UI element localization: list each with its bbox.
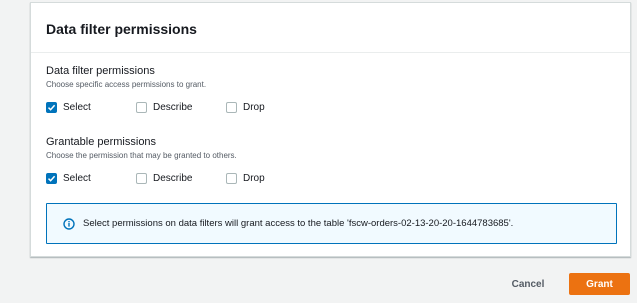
grantable-permissions-description: Choose the permission that may be grante… — [46, 151, 237, 160]
info-icon — [63, 217, 75, 230]
checkbox-unchecked-icon — [136, 102, 147, 113]
data-filter-permissions-section: Data filter permissions Choose specific … — [46, 65, 265, 116]
info-alert-text: Select permissions on data filters will … — [83, 218, 514, 229]
checkbox-checked-icon — [46, 173, 57, 184]
checkbox-checked-icon — [46, 102, 57, 113]
checkbox-label: Drop — [243, 102, 265, 113]
grantable-permissions-options: Select Describe Drop — [46, 171, 265, 187]
checkbox-label: Drop — [243, 173, 265, 184]
checkbox-unchecked-icon — [226, 173, 237, 184]
checkbox-unchecked-icon — [136, 173, 147, 184]
grant-permissions-page: Data filter permissions Data filter perm… — [0, 0, 637, 303]
grantable-permissions-section: Grantable permissions Choose the permiss… — [46, 136, 265, 187]
grantable-drop-checkbox[interactable]: Drop — [226, 173, 265, 184]
grant-button[interactable]: Grant — [569, 273, 630, 295]
grantable-describe-checkbox[interactable]: Describe — [136, 173, 192, 184]
grantable-permissions-label: Grantable permissions — [46, 136, 157, 148]
data-filter-describe-checkbox[interactable]: Describe — [136, 102, 192, 113]
checkbox-label: Describe — [153, 102, 193, 113]
data-filter-permissions-panel: Data filter permissions Data filter perm… — [30, 2, 631, 257]
data-filter-permissions-label: Data filter permissions — [46, 65, 155, 77]
checkbox-label: Select — [63, 102, 91, 113]
data-filter-select-checkbox[interactable]: Select — [46, 102, 91, 113]
cancel-button[interactable]: Cancel — [498, 273, 558, 295]
data-filter-permissions-description: Choose specific access permissions to gr… — [46, 80, 207, 89]
data-filter-drop-checkbox[interactable]: Drop — [226, 102, 265, 113]
data-filter-permissions-options: Select Describe Drop — [46, 100, 265, 116]
panel-title: Data filter permissions — [46, 21, 197, 37]
checkbox-unchecked-icon — [226, 102, 237, 113]
checkbox-label: Select — [63, 173, 91, 184]
info-alert: Select permissions on data filters will … — [46, 203, 617, 244]
grantable-select-checkbox[interactable]: Select — [46, 173, 91, 184]
checkbox-label: Describe — [153, 173, 193, 184]
panel-header: Data filter permissions — [31, 3, 630, 53]
